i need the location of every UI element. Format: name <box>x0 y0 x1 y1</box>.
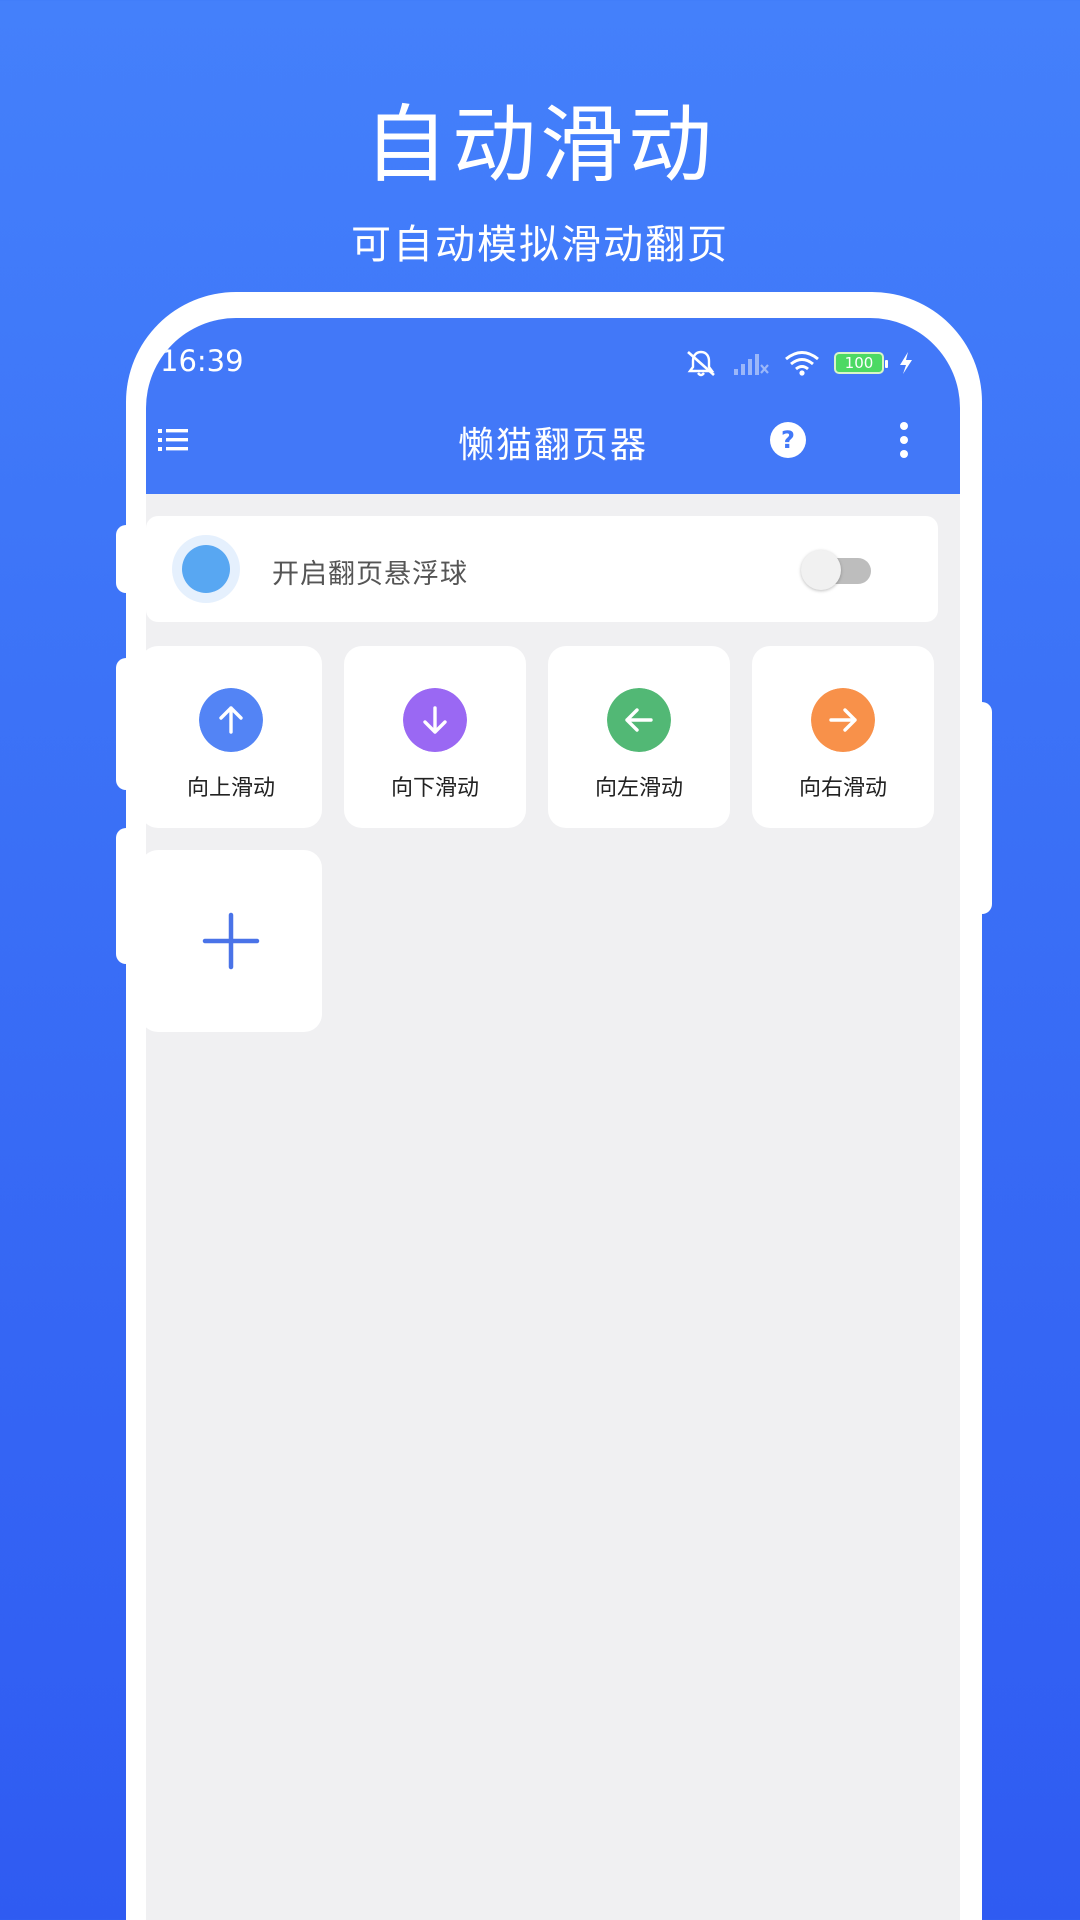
swipe-down-card[interactable]: 向下滑动 <box>344 646 526 828</box>
float-ball-setting: 开启翻页悬浮球 <box>146 516 938 622</box>
phone-side-button-left-2 <box>116 658 138 790</box>
phone-screen: 16:39 100 懒猫翻页器 ? 开启翻页悬浮球 向上滑动 向下滑动 向左滑动… <box>146 318 960 1920</box>
signal-icon <box>734 354 769 375</box>
swipe-up-label: 向上滑动 <box>186 776 275 801</box>
page-title: 懒猫翻页器 <box>457 425 648 466</box>
swipe-down-label: 向下滑动 <box>390 776 479 801</box>
promo-title: 自动滑动 <box>363 96 716 194</box>
promo-subtitle: 可自动模拟滑动翻页 <box>351 222 729 268</box>
help-icon[interactable]: ? <box>770 422 806 458</box>
float-ball-label: 开启翻页悬浮球 <box>272 559 468 590</box>
app-header: 16:39 100 懒猫翻页器 ? <box>146 318 960 494</box>
phone-side-button-left-1 <box>116 525 138 593</box>
charging-icon <box>900 352 912 374</box>
more-vertical-icon[interactable] <box>898 422 910 458</box>
swipe-right-card[interactable]: 向右滑动 <box>752 646 934 828</box>
arrow-left-icon <box>607 688 671 752</box>
float-ball-toggle[interactable] <box>801 550 871 590</box>
battery-icon: 100 <box>834 352 888 374</box>
add-action-card[interactable] <box>146 850 322 1032</box>
swipe-left-label: 向左滑动 <box>594 776 683 801</box>
swipe-right-label: 向右滑动 <box>798 776 887 801</box>
arrow-right-icon <box>811 688 875 752</box>
phone-side-button-right <box>970 702 992 914</box>
arrow-up-icon <box>199 688 263 752</box>
mute-icon <box>687 350 715 377</box>
plus-icon <box>202 912 260 970</box>
status-icons: 100 <box>684 348 914 378</box>
float-ball-icon-inner <box>182 545 230 593</box>
swipe-left-card[interactable]: 向左滑动 <box>548 646 730 828</box>
status-time: 16:39 <box>160 344 244 378</box>
toggle-thumb <box>801 550 841 590</box>
phone-side-button-left-3 <box>116 828 138 964</box>
wifi-icon <box>785 351 819 376</box>
arrow-down-icon <box>403 688 467 752</box>
swipe-up-card[interactable]: 向上滑动 <box>146 646 322 828</box>
